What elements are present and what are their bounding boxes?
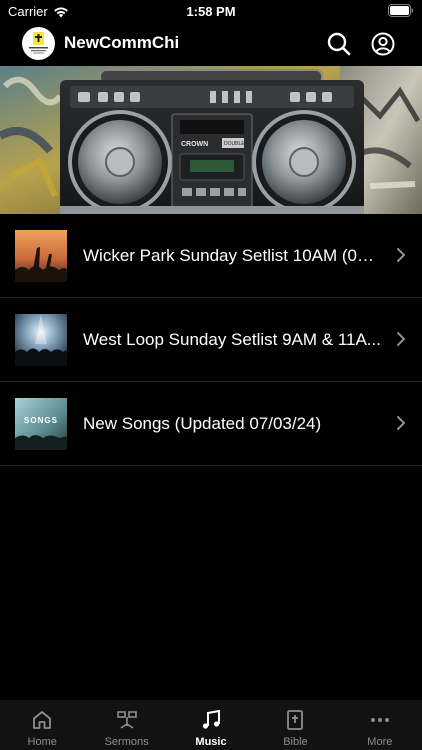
tab-label: Bible: [283, 736, 308, 748]
profile-icon: [371, 32, 395, 56]
chevron-right-icon: [397, 248, 405, 262]
tab-label: Home: [27, 736, 57, 748]
concert-lights-thumb: [15, 314, 67, 366]
crowd-worship-thumb: [15, 230, 67, 282]
list-item[interactable]: West Loop Sunday Setlist 9AM & 11A...: [0, 298, 422, 382]
list-item[interactable]: Wicker Park Sunday Setlist 10AM (06/...: [0, 214, 422, 298]
church-logo-icon[interactable]: [22, 27, 55, 60]
playlist-list: Wicker Park Sunday Setlist 10AM (06/... …: [0, 214, 422, 466]
profile-button[interactable]: [370, 31, 396, 57]
boombox-graffiti-image: CROWN DOUBLE: [0, 66, 422, 214]
sermons-icon: [116, 711, 137, 729]
list-item[interactable]: SONGS New Songs (Updated 07/03/24): [0, 382, 422, 466]
tab-music[interactable]: Music: [169, 700, 253, 750]
battery-icon: [388, 4, 414, 20]
tab-bible[interactable]: Bible: [253, 700, 337, 750]
list-item-title: West Loop Sunday Setlist 9AM & 11A...: [83, 330, 381, 349]
tab-label: More: [367, 736, 393, 748]
tab-sermons[interactable]: Sermons: [84, 700, 168, 750]
new-songs-thumb: SONGS: [15, 398, 67, 450]
tab-more[interactable]: More: [338, 700, 422, 750]
bible-icon: [287, 710, 304, 730]
status-time: 1:58 PM: [186, 4, 236, 19]
tab-label: Sermons: [104, 736, 149, 748]
status-bar: Carrier 1:58 PM: [0, 0, 422, 22]
app-title: NewCommChi: [64, 33, 180, 52]
list-item-title: Wicker Park Sunday Setlist 10AM (06/...: [83, 246, 383, 265]
tab-label: Music: [195, 736, 227, 748]
more-icon: [370, 718, 389, 722]
tab-bar: Home Sermons Music Bible More: [0, 700, 422, 750]
banner-deck-text: DOUBLE: [224, 141, 245, 147]
chevron-right-icon: [397, 332, 405, 346]
chevron-right-icon: [397, 416, 405, 430]
search-button[interactable]: [326, 31, 352, 57]
home-icon: [33, 711, 52, 729]
tab-home[interactable]: Home: [0, 700, 84, 750]
banner-brand-text: CROWN: [181, 141, 208, 148]
search-icon: [327, 32, 351, 56]
thumb-label: SONGS: [24, 416, 58, 425]
app-header: NewCommChi: [0, 22, 422, 66]
list-item-title: New Songs (Updated 07/03/24): [83, 414, 322, 433]
music-icon: [202, 709, 221, 729]
